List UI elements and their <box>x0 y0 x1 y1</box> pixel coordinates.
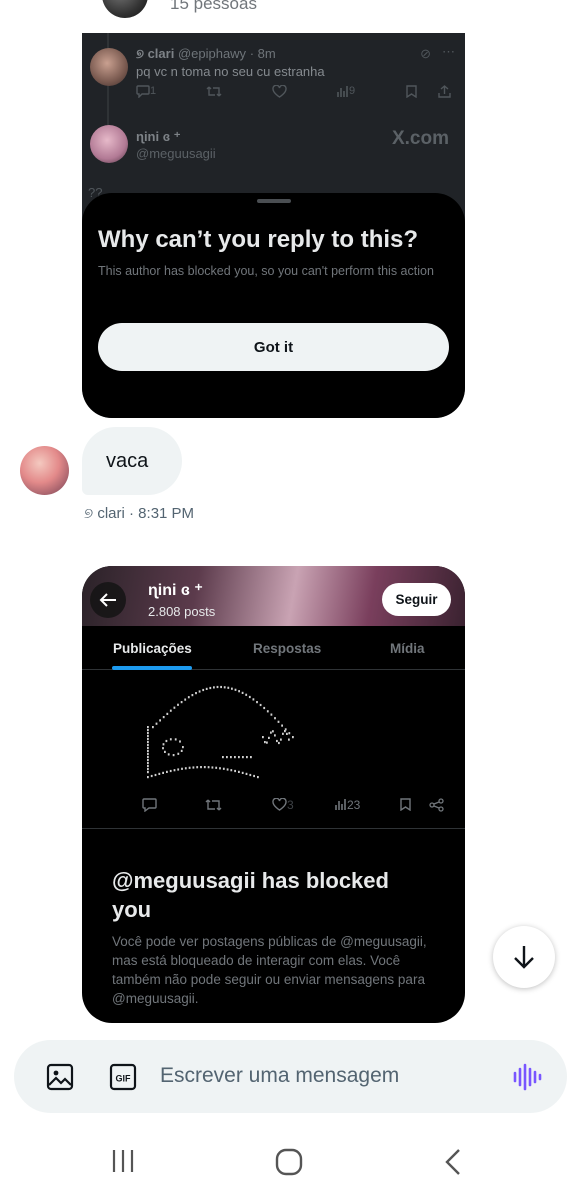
group-avatar[interactable] <box>102 0 148 18</box>
image-icon[interactable] <box>45 1062 75 1092</box>
views-icon: 23 <box>334 798 360 814</box>
svg-text:GIF: GIF <box>116 1074 132 1084</box>
recent-apps-icon[interactable] <box>110 1148 136 1174</box>
profile-name: ɳini ɞ ⁺ <box>148 582 203 599</box>
follow-button: Seguir <box>382 583 451 616</box>
tab-publicacoes: Publicações <box>113 641 192 656</box>
voice-message-icon[interactable] <box>512 1062 542 1092</box>
back-icon[interactable] <box>443 1148 463 1176</box>
bottom-sheet: Why can’t you reply to this? This author… <box>82 193 465 418</box>
reply-icon <box>142 798 157 815</box>
like-icon: 3 <box>272 797 294 814</box>
profile-tabs: Publicações Respostas Mídia <box>82 626 465 670</box>
reply-icon: 1 <box>136 85 156 101</box>
got-it-button[interactable]: Got it <box>98 323 449 371</box>
home-icon[interactable] <box>275 1148 303 1176</box>
scroll-to-bottom-button[interactable] <box>493 926 555 988</box>
sheet-description: This author has blocked you, so you can'… <box>98 264 434 278</box>
screenshot-profile-blocked[interactable]: ɳini ɞ ⁺ 2.808 posts Seguir Publicações … <box>82 566 465 1023</box>
message-input[interactable]: Escrever uma mensagem <box>160 1064 399 1088</box>
tweet-avatar <box>90 48 128 86</box>
share-icon <box>429 798 444 815</box>
x-com-label: X.com <box>391 128 449 149</box>
tweet-actions: 1 9 <box>136 84 456 105</box>
arrow-left-icon <box>99 593 116 607</box>
gif-icon[interactable]: GIF <box>108 1062 138 1092</box>
bookmark-icon <box>406 85 417 101</box>
ascii-art-image <box>147 685 294 779</box>
tab-respostas: Respostas <box>253 641 322 656</box>
author-avatar <box>90 125 128 163</box>
more-icon: ⋯ <box>442 44 455 59</box>
grok-icon: ⊘ <box>420 46 431 61</box>
member-count: 15 pessoas <box>170 0 257 13</box>
profile-post-count: 2.808 posts <box>148 604 216 619</box>
bookmark-icon <box>400 798 411 814</box>
retweet-icon <box>205 798 222 815</box>
post-actions: 3 23 <box>82 797 465 818</box>
divider <box>82 828 465 829</box>
message-meta: ୭ clari · 8:31 PM <box>84 505 195 522</box>
back-button <box>90 582 126 618</box>
message-text: vaca <box>106 449 149 472</box>
share-icon <box>438 85 451 101</box>
message-bubble[interactable]: vaca <box>82 427 182 495</box>
author-name: ɳini ɞ ⁺ <box>136 129 181 144</box>
tweet-author: ୭ clari @epiphawy · 8m <box>136 46 276 61</box>
author-handle: @meguusagii <box>136 146 216 161</box>
tweet-text: pq vc n toma no seu cu estranha <box>136 64 325 79</box>
like-icon <box>272 84 287 101</box>
sheet-title: Why can’t you reply to this? <box>98 226 419 253</box>
blocked-title: @meguusagii has blocked you <box>112 868 389 922</box>
arrow-down-icon <box>514 946 534 969</box>
views-icon: 9 <box>336 85 355 101</box>
sheet-handle <box>257 199 291 203</box>
tab-midia: Mídia <box>390 641 425 656</box>
system-nav-bar <box>0 1130 586 1200</box>
screenshot-reply-blocked[interactable]: ୭ clari @epiphawy · 8m ⊘ ⋯ pq vc n toma … <box>82 33 465 418</box>
message-composer: GIF Escrever uma mensagem <box>14 1040 567 1113</box>
blocked-description: Você pode ver postagens públicas de @meg… <box>112 934 427 1006</box>
sender-avatar[interactable] <box>20 446 69 495</box>
retweet-icon <box>206 85 222 101</box>
